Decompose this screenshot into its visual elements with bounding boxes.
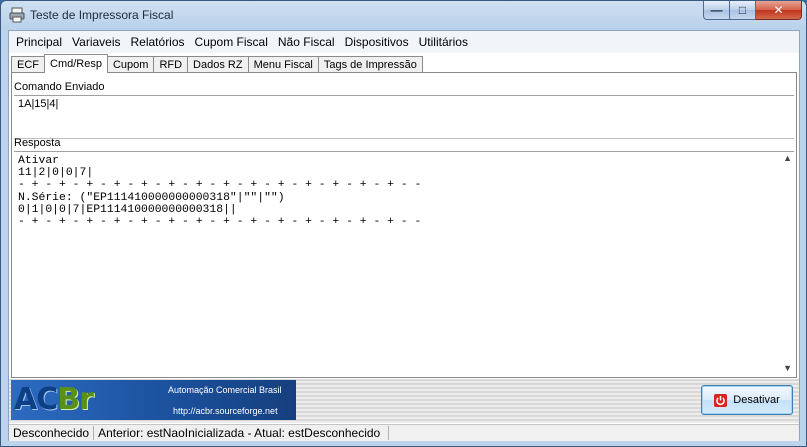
title-bar[interactable]: Teste de Impressora Fiscal — □ ✕ xyxy=(1,1,806,30)
status-bar: Desconhecido Anterior: estNaoInicializad… xyxy=(9,424,799,441)
menu-relatorios[interactable]: Relatórios xyxy=(126,35,190,49)
scroll-up-icon[interactable]: ▲ xyxy=(783,153,792,163)
command-label: Comando Enviado xyxy=(14,81,105,93)
power-icon xyxy=(714,393,728,407)
response-memo[interactable]: Ativar 11|2|0|0|7| - + - + - + - + - + -… xyxy=(14,151,794,375)
tab-tags-impressao[interactable]: Tags de Impressão xyxy=(317,56,423,73)
scroll-down-icon[interactable]: ▼ xyxy=(783,363,792,373)
tab-cupom[interactable]: Cupom xyxy=(106,56,155,73)
logo-br: Br xyxy=(57,382,94,417)
command-value: 1A|15|4| xyxy=(18,98,59,110)
menu-principal[interactable]: Principal xyxy=(9,35,67,49)
tab-menu-fiscal[interactable]: Menu Fiscal xyxy=(247,56,319,73)
maximize-icon: □ xyxy=(738,3,747,17)
bottom-panel: ACBr Automação Comercial Brasil http://a… xyxy=(9,379,799,423)
close-icon: ✕ xyxy=(773,3,784,17)
tab-rfd[interactable]: RFD xyxy=(153,56,189,73)
logo-ac: AC xyxy=(14,382,58,417)
tab-dados-rz[interactable]: Dados RZ xyxy=(187,56,249,73)
minimize-icon: — xyxy=(710,3,723,17)
tab-ecf[interactable]: ECF xyxy=(11,56,45,73)
acbr-banner[interactable]: ACBr Automação Comercial Brasil http://a… xyxy=(11,380,296,420)
client-area: Principal Variaveis Relatórios Cupom Fis… xyxy=(8,30,800,441)
menu-utilitarios[interactable]: Utilitários xyxy=(414,35,473,49)
command-field[interactable]: 1A|15|4| xyxy=(14,95,794,139)
tab-cmd-resp[interactable]: Cmd/Resp xyxy=(44,54,108,73)
menu-dispositivos[interactable]: Dispositivos xyxy=(340,35,414,49)
menu-cupom-fiscal[interactable]: Cupom Fiscal xyxy=(190,35,273,49)
acbr-logo: ACBr xyxy=(14,382,94,417)
desativar-label: Desativar xyxy=(733,394,780,406)
status-state: Desconhecido xyxy=(9,426,95,440)
menu-variaveis[interactable]: Variaveis xyxy=(67,35,125,49)
cmd-resp-panel: Comando Enviado 1A|15|4| Resposta Ativar… xyxy=(11,72,797,378)
printer-icon xyxy=(9,7,25,23)
response-label: Resposta xyxy=(14,137,61,149)
menu-bar: Principal Variaveis Relatórios Cupom Fis… xyxy=(9,31,799,53)
menu-nao-fiscal[interactable]: Não Fiscal xyxy=(273,35,340,49)
response-text: Ativar 11|2|0|0|7| - + - + - + - + - + -… xyxy=(18,155,422,229)
tab-strip: ECF Cmd/Resp Cupom RFD Dados RZ Menu Fis… xyxy=(11,54,423,73)
maximize-button[interactable]: □ xyxy=(730,1,756,20)
window-title: Teste de Impressora Fiscal xyxy=(30,8,174,22)
minimize-button[interactable]: — xyxy=(703,1,730,20)
status-transition: Anterior: estNaoInicializada - Atual: es… xyxy=(94,426,390,440)
banner-title: Automação Comercial Brasil xyxy=(168,385,282,395)
banner-url[interactable]: http://acbr.sourceforge.net xyxy=(173,406,278,416)
close-button[interactable]: ✕ xyxy=(756,1,802,20)
desativar-button[interactable]: Desativar xyxy=(701,385,793,415)
window-controls: — □ ✕ xyxy=(703,1,802,21)
app-window: Teste de Impressora Fiscal — □ ✕ Princip… xyxy=(0,0,807,447)
